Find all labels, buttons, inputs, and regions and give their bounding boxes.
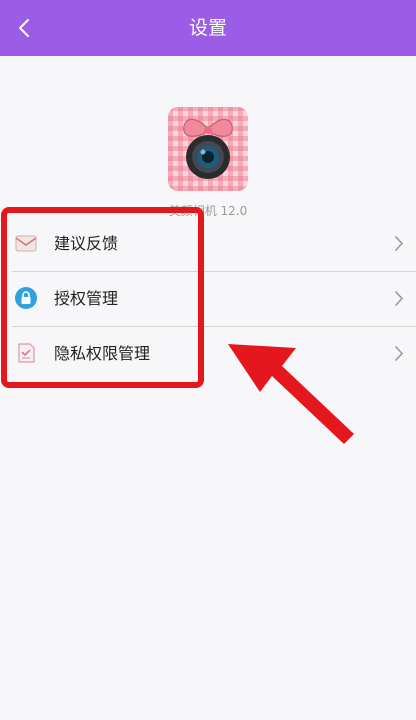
camera-with-bow-icon: [183, 118, 233, 179]
chevron-right-icon: [395, 236, 403, 251]
back-button[interactable]: [0, 0, 48, 56]
chevron-left-icon: [19, 19, 29, 37]
settings-item-feedback[interactable]: 建议反馈: [0, 216, 416, 271]
envelope-icon: [15, 235, 37, 252]
settings-item-label: 隐私权限管理: [54, 344, 151, 363]
chevron-right-icon: [395, 291, 403, 306]
app-header: 设置: [0, 0, 416, 56]
lock-icon: [15, 287, 37, 309]
settings-item-label: 建议反馈: [54, 234, 119, 253]
page-title: 设置: [188, 17, 227, 39]
settings-item-label: 授权管理: [54, 289, 119, 308]
settings-item-authorization[interactable]: 授权管理: [0, 271, 416, 326]
settings-list: 建议反馈 授权管理 隐私权限管理: [0, 216, 416, 381]
document-icon: [18, 343, 35, 363]
settings-item-privacy[interactable]: 隐私权限管理: [0, 326, 416, 381]
chevron-right-icon: [395, 346, 403, 361]
app-logo: [168, 107, 248, 191]
